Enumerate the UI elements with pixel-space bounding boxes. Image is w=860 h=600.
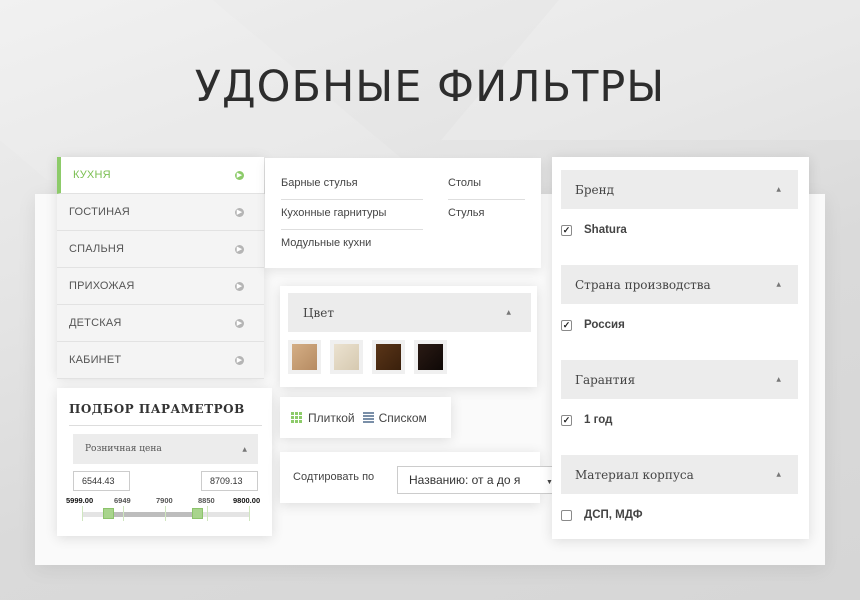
tile-view-button[interactable]: Плиткой	[308, 411, 355, 425]
color-filter-label: Цвет	[303, 305, 334, 320]
price-tick-label: 7900	[156, 496, 173, 505]
slider-tick-mark	[123, 506, 124, 521]
arrow-right-icon: ▶	[235, 281, 244, 291]
sort-label: Содтировать по	[293, 471, 375, 483]
sort-panel: Содтировать по Названию: от а до я ▼	[280, 452, 557, 503]
category-label: КУХНЯ	[73, 169, 111, 181]
slider-tick-mark	[82, 506, 83, 521]
collapse-arrow-icon: ▲	[506, 309, 511, 316]
price-slider-range	[108, 512, 198, 517]
filter-header-brand[interactable]: Бренд ▲	[561, 170, 798, 209]
swatch-fill	[292, 344, 317, 370]
arrow-right-icon: ▶	[235, 207, 244, 217]
price-filter-label: Розничная цена	[85, 444, 162, 454]
checkbox-checked[interactable]: ✓	[561, 319, 572, 331]
filter-option-brand[interactable]: ✓ Shatura	[561, 224, 627, 236]
sort-selected-value: Названию: от а до я	[409, 473, 521, 487]
filter-title: Материал корпуса	[575, 467, 694, 482]
price-tick-label: 6949	[114, 496, 131, 505]
collapse-arrow-icon: ▲	[776, 376, 781, 383]
filter-header-country[interactable]: Страна производства ▲	[561, 265, 798, 304]
color-filter-panel: Цвет ▲	[280, 286, 537, 387]
subcategory-column: Столы Стулья	[448, 170, 525, 230]
color-swatch-wenge[interactable]	[414, 340, 447, 374]
category-label: ГОСТИНАЯ	[69, 206, 130, 218]
arrow-right-icon: ▶	[235, 355, 244, 365]
price-tick-label: 9800.00	[233, 496, 261, 505]
price-from-input[interactable]: 6544.43	[73, 471, 130, 491]
sort-select[interactable]: Названию: от а до я ▼	[397, 466, 557, 494]
filter-header-material[interactable]: Материал корпуса ▲	[561, 455, 798, 494]
swatch-fill	[376, 344, 401, 370]
filter-option-material[interactable]: ДСП, МДФ	[561, 509, 643, 521]
parameter-filter-panel: ПОДБОР ПАРАМЕТРОВ Розничная цена ▲ 6544.…	[57, 388, 272, 536]
filter-title: Бренд	[575, 182, 614, 197]
price-slider-min-handle[interactable]	[103, 508, 114, 519]
price-slider-max-handle[interactable]	[192, 508, 203, 519]
filter-option-country[interactable]: ✓ Россия	[561, 319, 625, 331]
category-menu: КУХНЯ ▶ ГОСТИНАЯ ▶ СПАЛЬНЯ ▶ ПРИХОЖАЯ ▶ …	[57, 157, 264, 379]
filter-header-warranty[interactable]: Гарантия ▲	[561, 360, 798, 399]
filter-title: Гарантия	[575, 372, 636, 387]
slider-tick-mark	[249, 506, 250, 521]
divider	[69, 425, 262, 426]
filter-option-warranty[interactable]: ✓ 1 год	[561, 414, 612, 426]
swatch-fill	[334, 344, 359, 370]
filter-title: Страна производства	[575, 277, 711, 292]
category-label: КАБИНЕТ	[69, 354, 122, 366]
color-swatch-walnut[interactable]	[372, 340, 405, 374]
category-label: ДЕТСКАЯ	[69, 317, 122, 329]
checkbox-checked[interactable]: ✓	[561, 414, 572, 426]
collapse-arrow-icon: ▲	[776, 186, 781, 193]
grid-view-icon[interactable]	[291, 412, 302, 423]
price-filter-header[interactable]: Розничная цена ▲	[73, 434, 258, 464]
panel-title: ПОДБОР ПАРАМЕТРОВ	[69, 402, 245, 416]
category-label: СПАЛЬНЯ	[69, 243, 125, 255]
price-to-input[interactable]: 8709.13	[201, 471, 258, 491]
view-mode-toggle: Плиткой Списком	[280, 397, 451, 438]
category-item-living-room[interactable]: ГОСТИНАЯ ▶	[57, 194, 264, 231]
category-label: ПРИХОЖАЯ	[69, 280, 135, 292]
color-swatch-light-oak[interactable]	[288, 340, 321, 374]
collapse-arrow-icon: ▲	[776, 471, 781, 478]
checkbox-unchecked[interactable]	[561, 509, 572, 521]
page-title: УДОБНЫЕ ФИЛЬТРЫ	[194, 62, 666, 112]
collapse-arrow-icon: ▲	[776, 281, 781, 288]
checkbox-checked[interactable]: ✓	[561, 224, 572, 236]
color-filter-header[interactable]: Цвет ▲	[288, 293, 531, 332]
swatch-fill	[418, 344, 443, 370]
arrow-right-icon: ▶	[235, 170, 244, 180]
attribute-filter-panel: Бренд ▲ ✓ Shatura Страна производства ▲ …	[552, 157, 809, 539]
color-swatch-cream[interactable]	[330, 340, 363, 374]
filter-option-label: Shatura	[584, 224, 627, 236]
subcategory-link[interactable]: Кухонные гарнитуры	[281, 200, 423, 230]
subcategory-link[interactable]: Барные стулья	[281, 170, 423, 200]
category-item-bedroom[interactable]: СПАЛЬНЯ ▶	[57, 231, 264, 268]
slider-tick-mark	[165, 506, 166, 521]
filter-option-label: Россия	[584, 319, 625, 331]
filter-option-label: ДСП, МДФ	[584, 509, 643, 521]
collapse-arrow-icon: ▲	[242, 445, 247, 453]
subcategory-link[interactable]: Модульные кухни	[281, 230, 423, 260]
category-item-study[interactable]: КАБИНЕТ ▶	[57, 342, 264, 379]
arrow-right-icon: ▶	[235, 318, 244, 328]
category-item-kids-room[interactable]: ДЕТСКАЯ ▶	[57, 305, 264, 342]
arrow-right-icon: ▶	[235, 244, 244, 254]
category-item-kitchen[interactable]: КУХНЯ ▶	[57, 157, 264, 194]
subcategory-link[interactable]: Стулья	[448, 200, 525, 230]
price-tick-label: 8850	[198, 496, 215, 505]
category-item-hallway[interactable]: ПРИХОЖАЯ ▶	[57, 268, 264, 305]
filter-option-label: 1 год	[584, 414, 613, 426]
subcategory-link[interactable]: Столы	[448, 170, 525, 200]
subcategory-column: Барные стулья Кухонные гарнитуры Модульн…	[281, 170, 423, 260]
subcategory-panel: Барные стулья Кухонные гарнитуры Модульн…	[265, 158, 541, 268]
list-view-button[interactable]: Списком	[379, 411, 427, 425]
slider-tick-mark	[207, 506, 208, 521]
price-tick-label: 5999.00	[66, 496, 94, 505]
list-view-icon[interactable]	[362, 412, 374, 423]
